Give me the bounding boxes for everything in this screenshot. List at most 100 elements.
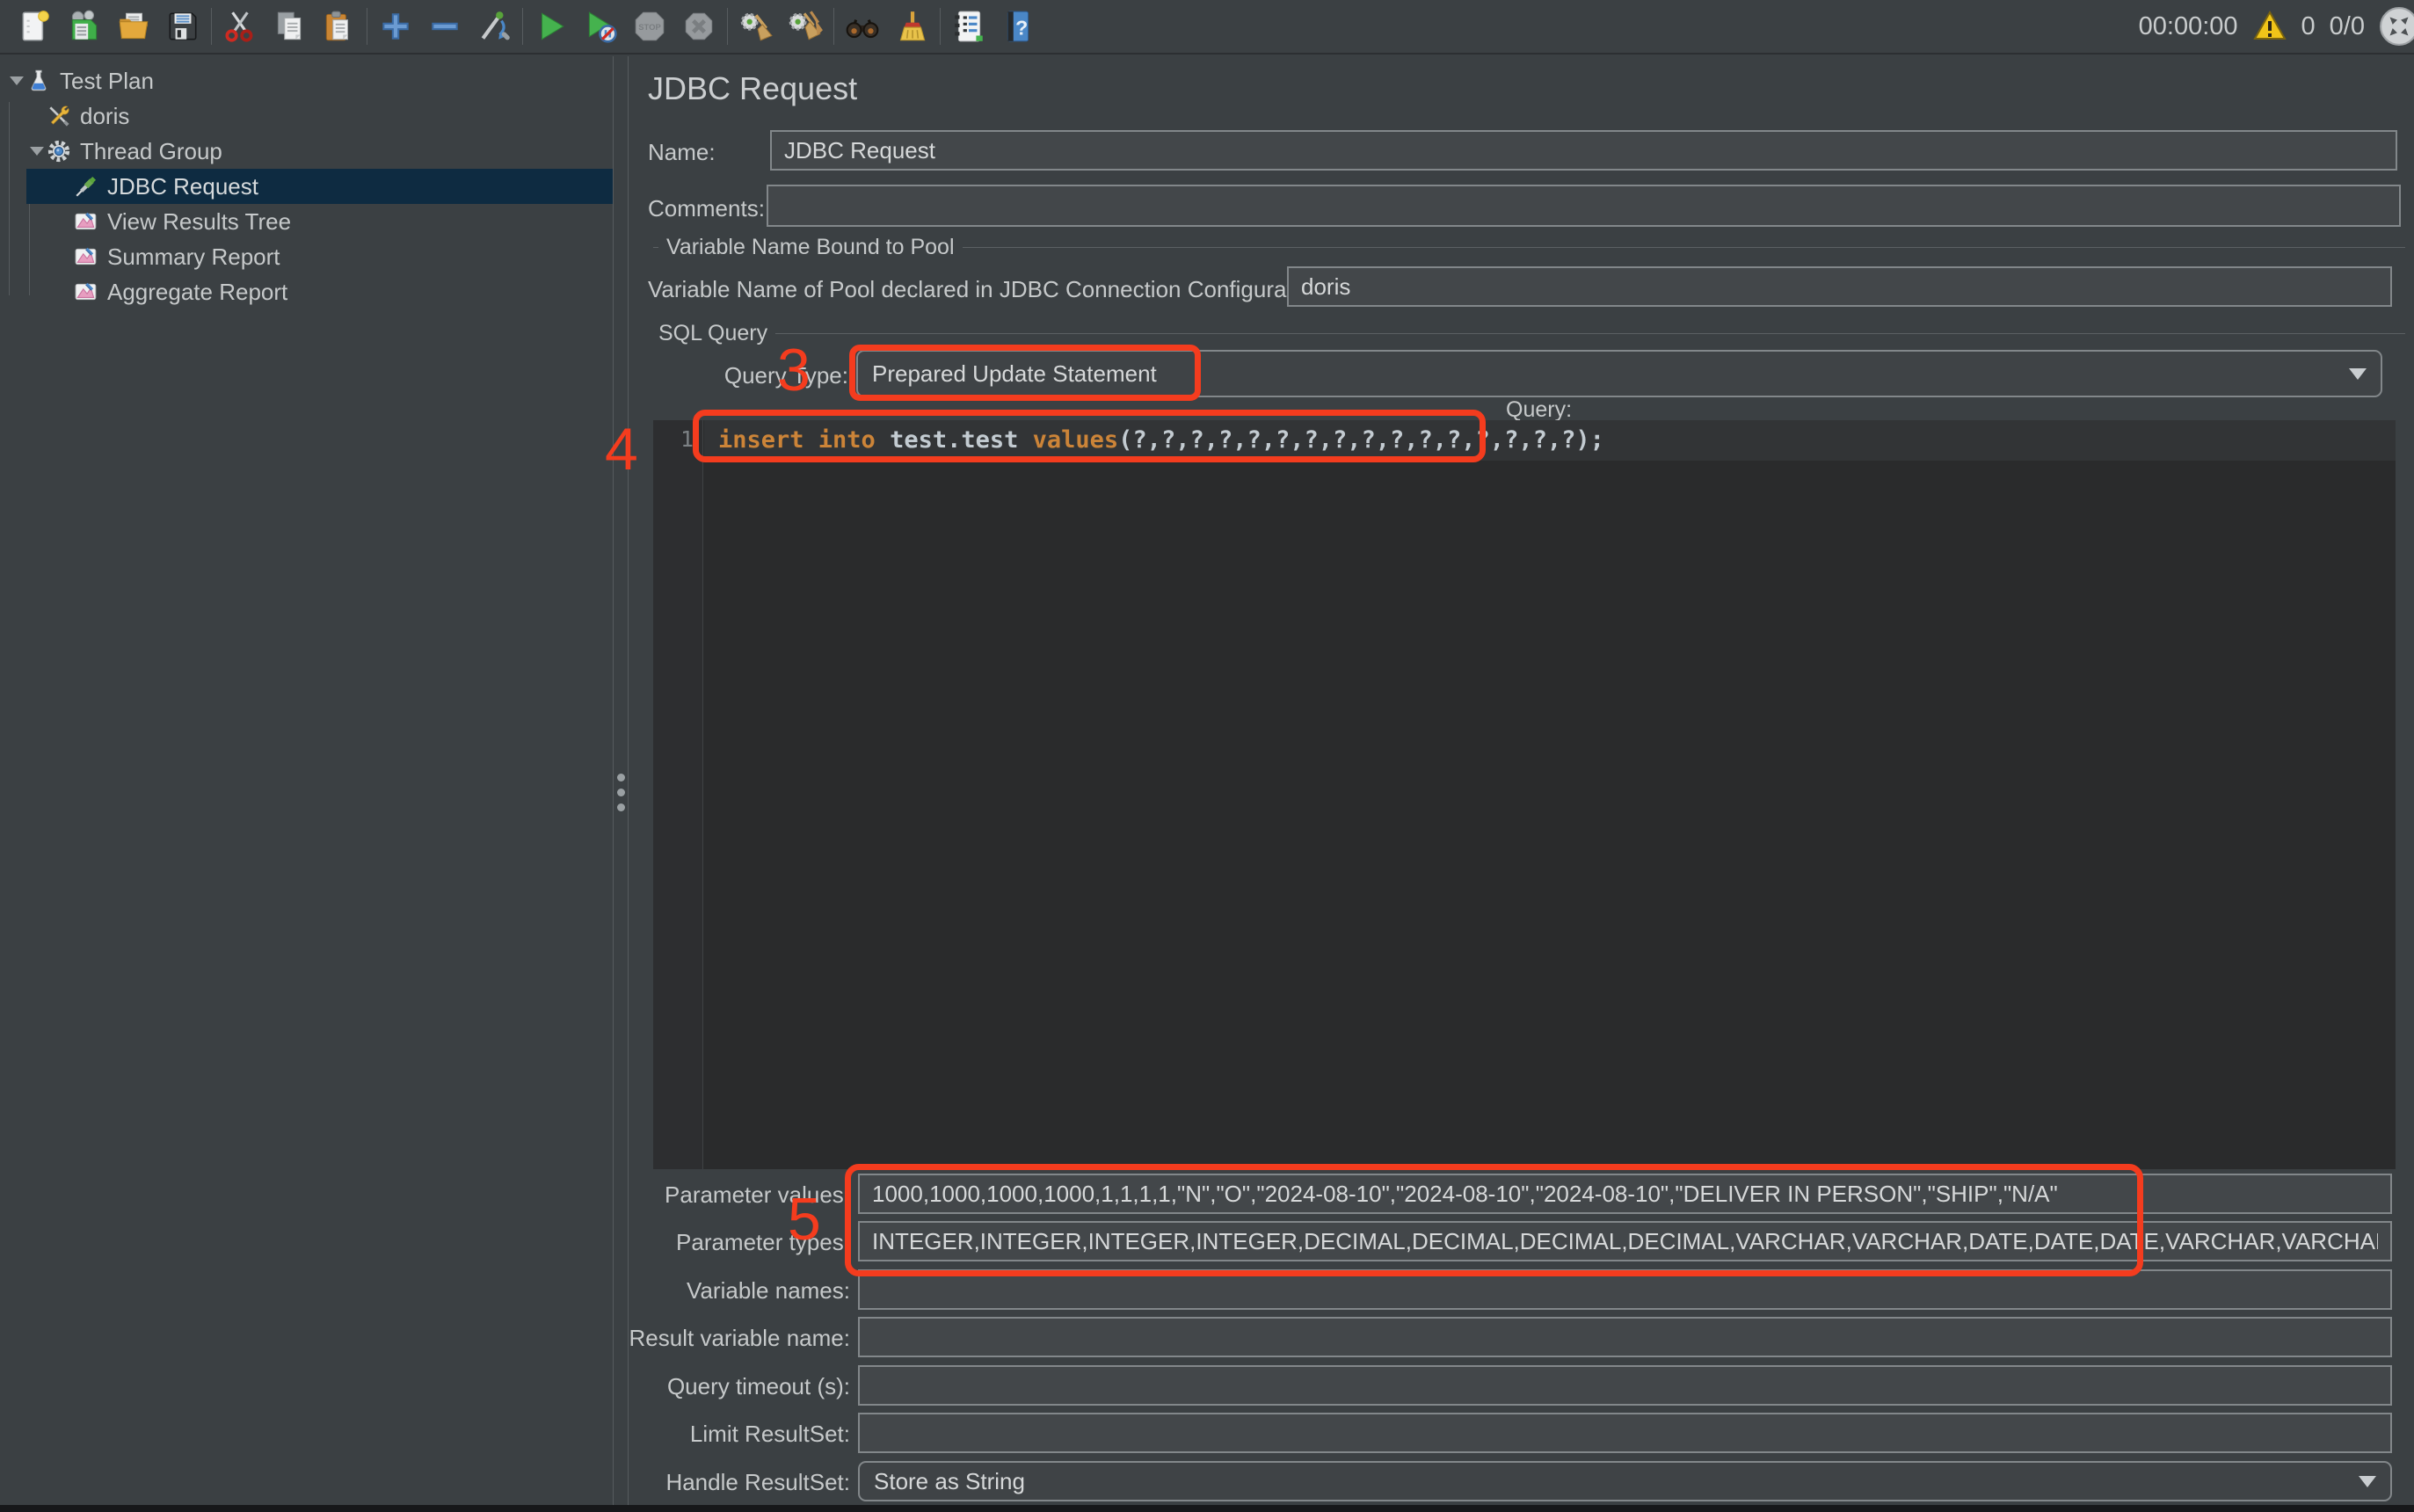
limit-resultset-input[interactable] [858, 1413, 2392, 1453]
splitter-grip-icon[interactable] [617, 774, 625, 811]
tree-item-view-results-tree[interactable]: View Results Tree [0, 204, 613, 239]
page-title: JDBC Request [648, 70, 857, 107]
paste-icon[interactable] [319, 7, 358, 46]
query-label: Query: [1506, 397, 1572, 423]
sql-groupbox-label: SQL Query [651, 321, 775, 346]
tree-item-jdbc-request[interactable]: JDBC Request [0, 169, 613, 204]
query-timeout-label: Query timeout (s): [607, 1373, 850, 1400]
sql-segment-plain: test.test [876, 426, 1033, 454]
jmeter-window: STOP? 00:00:00 0 0/0 Test Plan doris Threa… [0, 0, 2414, 1512]
function-helper-icon[interactable] [949, 7, 988, 46]
editor-gutter: 1 [653, 420, 703, 1169]
toggle-icon[interactable] [475, 7, 513, 46]
test-plan-tree: Test Plan doris Thread Group JDBC Request Vi… [0, 56, 613, 1505]
query-type-label: Query Type: [651, 362, 848, 389]
chevron-down-icon [2349, 368, 2367, 380]
add-icon[interactable] [376, 7, 415, 46]
tree-item-summary-report[interactable]: Summary Report [0, 239, 613, 274]
handle-resultset-label: Handle ResultSet: [607, 1469, 850, 1496]
clear-icon[interactable] [737, 7, 775, 46]
toolbar-icon-groups: STOP? [7, 7, 1046, 46]
tree-item-aggregate-report[interactable]: Aggregate Report [0, 274, 613, 309]
toolbar: STOP? 00:00:00 0 0/0 [0, 0, 2414, 55]
copy-icon[interactable] [270, 7, 309, 46]
toolbar-group [834, 7, 940, 46]
tree-item-label: doris [80, 103, 129, 130]
search-icon[interactable] [843, 7, 882, 46]
limit-resultset-label: Limit ResultSet: [607, 1421, 850, 1448]
tree-item-thread-group[interactable]: Thread Group [0, 134, 613, 169]
elapsed-time: 00:00:00 [2139, 12, 2238, 41]
warning-icon[interactable] [2252, 9, 2287, 44]
parameter-types-input[interactable] [858, 1221, 2392, 1261]
variable-names-label: Variable names: [607, 1277, 850, 1305]
thread-count: 0/0 [2330, 12, 2365, 41]
jdbc-config-icon [47, 104, 73, 128]
toolbar-group: STOP [523, 7, 727, 46]
comments-label: Comments: [648, 195, 765, 222]
save-icon[interactable] [164, 7, 202, 46]
handle-resultset-value: Store as String [874, 1468, 1025, 1495]
name-label: Name: [648, 139, 716, 166]
open-file-icon[interactable] [114, 7, 153, 46]
help-icon[interactable]: ? [999, 7, 1037, 46]
sql-query-editor[interactable]: 1 insert into test.test values(?,?,?,?,?… [653, 420, 2396, 1169]
query-type-value: Prepared Update Statement [872, 360, 1157, 388]
tree-item-label: Aggregate Report [107, 279, 287, 306]
pool-variable-label: Variable Name of Pool declared in JDBC C… [648, 276, 1330, 303]
tree-item-doris[interactable]: doris [0, 98, 613, 134]
sql-statement[interactable]: insert into test.test values(?,?,?,?,?,?… [718, 420, 1604, 461]
stop-icon[interactable]: STOP [630, 7, 669, 46]
tree-item-label: Test Plan [60, 68, 154, 95]
comments-input[interactable] [767, 185, 2401, 227]
handle-resultset-dropdown[interactable]: Store as String [858, 1461, 2392, 1501]
svg-text:?: ? [1015, 16, 1028, 39]
chevron-down-icon [2359, 1476, 2376, 1487]
templates-icon[interactable] [65, 7, 104, 46]
sql-groupbox-line [653, 333, 2405, 334]
parameter-types-label: Parameter types: [607, 1229, 850, 1256]
jdbc-request-icon [74, 174, 100, 199]
new-file-icon[interactable] [16, 7, 55, 46]
thread-group-icon [47, 139, 73, 164]
toolbar-group [212, 7, 367, 46]
query-timeout-input[interactable] [858, 1365, 2392, 1406]
start-icon[interactable] [532, 7, 571, 46]
parameter-values-label: Parameter values: [607, 1181, 850, 1209]
reset-search-icon[interactable] [892, 7, 931, 46]
remove-icon[interactable] [425, 7, 464, 46]
toolbar-group [728, 7, 833, 46]
listener-icon [74, 244, 100, 269]
sql-segment-keyword: insert into [718, 426, 876, 454]
sql-segment-plain: (?,?,?,?,?,?,?,?,?,?,?,?,?,?,?,?); [1118, 426, 1604, 454]
pool-groupbox-label: Variable Name Bound to Pool [658, 235, 963, 260]
shutdown-icon[interactable] [680, 7, 718, 46]
toolbar-group [7, 7, 211, 46]
listener-icon [74, 280, 100, 304]
test-plan-icon [26, 69, 53, 93]
tree-item-label: View Results Tree [107, 208, 291, 236]
name-input[interactable] [770, 130, 2397, 171]
svg-text:STOP: STOP [638, 23, 661, 33]
query-type-dropdown[interactable]: Prepared Update Statement [856, 350, 2382, 397]
parameter-values-input[interactable] [858, 1174, 2392, 1214]
clear-all-icon[interactable] [786, 7, 825, 46]
sql-segment-keyword: values [1033, 426, 1119, 454]
expand-arrow-icon[interactable] [7, 76, 26, 85]
toolbar-group [367, 7, 522, 46]
tree-item-label: JDBC Request [107, 173, 258, 200]
threads-indicator-icon [2379, 6, 2414, 47]
cut-icon[interactable] [221, 7, 259, 46]
expand-arrow-icon[interactable] [27, 147, 47, 156]
pool-variable-input[interactable] [1287, 266, 2392, 307]
tree-item-test-plan[interactable]: Test Plan [0, 63, 613, 98]
line-number: 1 [680, 426, 694, 452]
status-area: 00:00:00 0 0/0 [2139, 6, 2414, 47]
variable-names-input[interactable] [858, 1269, 2392, 1310]
listener-icon [74, 209, 100, 234]
tree-item-label: Thread Group [80, 138, 222, 165]
window-bottom-edge [0, 1505, 2414, 1512]
start-no-pauses-icon[interactable] [581, 7, 620, 46]
result-variable-name-input[interactable] [858, 1317, 2392, 1357]
tree-item-label: Summary Report [107, 244, 280, 271]
